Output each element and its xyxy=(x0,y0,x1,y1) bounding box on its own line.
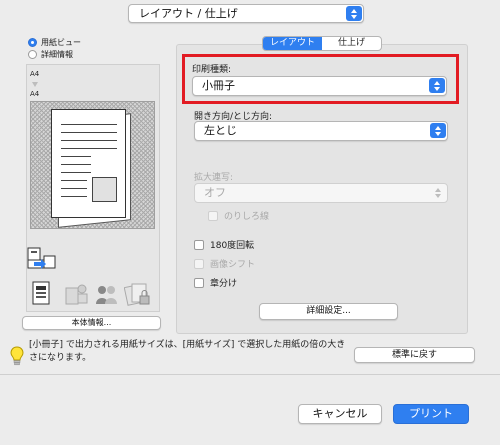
radio-detail-info-dot[interactable] xyxy=(28,49,37,59)
chapter-split-checkbox-row[interactable]: 章分け xyxy=(194,276,237,289)
radio-paper-view[interactable]: 用紙ビュー xyxy=(28,36,81,48)
radio-detail-info-label: 詳細情報 xyxy=(41,49,73,59)
binding-select[interactable]: 左とじ xyxy=(194,121,448,141)
lightbulb-icon xyxy=(10,346,24,366)
output-paper-size: A4 xyxy=(30,90,40,98)
radio-detail-info[interactable]: 詳細情報 xyxy=(28,48,81,60)
rotate180-label: 180度回転 xyxy=(210,241,255,251)
view-mode-group: 用紙ビュー 詳細情報 xyxy=(28,36,81,60)
tab-layout[interactable]: レイアウト xyxy=(263,37,322,50)
zoom-repeat-select[interactable]: オフ xyxy=(194,183,448,203)
footer-divider xyxy=(0,374,500,375)
reset-default-label: 標準に戻す xyxy=(391,350,437,360)
margin-line-checkbox[interactable] xyxy=(208,210,218,221)
user-auth-icon xyxy=(96,286,117,304)
hint-text: [小冊子] で出力される用紙サイズは、[用紙サイズ] で選択した用紙の倍の大きさ… xyxy=(29,340,346,363)
zoom-repeat-label: 拡大連写: xyxy=(194,173,234,183)
detail-settings-label: 詳細設定... xyxy=(306,306,351,316)
reset-default-button[interactable]: 標準に戻す xyxy=(354,347,475,363)
zoom-repeat-stepper-icon xyxy=(430,185,446,200)
stamp-user-icon xyxy=(65,284,88,305)
device-info-label: 本体情報... xyxy=(71,318,112,327)
chapter-split-checkbox[interactable] xyxy=(194,277,204,288)
tab-finishing[interactable]: 仕上げ xyxy=(322,37,381,50)
tab-bar: レイアウト 仕上げ xyxy=(262,36,382,51)
section-select-label: レイアウト / 仕上げ xyxy=(139,7,238,20)
detail-settings-button[interactable]: 詳細設定... xyxy=(259,303,398,320)
print-type-value: 小冊子 xyxy=(202,79,235,92)
image-shift-checkbox-row[interactable]: 画像シフト xyxy=(194,257,255,270)
print-type-select[interactable]: 小冊子 xyxy=(192,76,447,96)
down-arrow-icon xyxy=(32,82,38,87)
lock-pages-icon xyxy=(124,283,150,306)
print-type-stepper-icon xyxy=(429,78,445,93)
binding-value: 左とじ xyxy=(204,124,237,137)
print-label: プリント xyxy=(409,407,453,420)
rotate180-checkbox-row[interactable]: 180度回転 xyxy=(194,238,254,251)
radio-paper-view-dot[interactable] xyxy=(28,37,37,47)
binding-stepper-icon xyxy=(430,123,446,138)
margin-line-label: のりしろ線 xyxy=(224,212,270,222)
radio-paper-view-label: 用紙ビュー xyxy=(41,37,81,47)
print-type-label: 印刷種類: xyxy=(192,65,232,75)
margin-line-checkbox-row[interactable]: のりしろ線 xyxy=(208,209,269,222)
zoom-repeat-value: オフ xyxy=(204,186,226,199)
cancel-button[interactable]: キャンセル xyxy=(298,404,382,424)
printer-output-icon xyxy=(27,247,56,269)
device-info-button[interactable]: 本体情報... xyxy=(22,316,161,330)
section-select-stepper-icon xyxy=(346,6,362,21)
section-select[interactable]: レイアウト / 仕上げ xyxy=(128,4,364,23)
source-paper-size: A4 xyxy=(30,70,40,78)
chapter-split-label: 章分け xyxy=(210,279,238,289)
cancel-label: キャンセル xyxy=(312,407,368,420)
document-icon xyxy=(32,281,50,305)
print-button[interactable]: プリント xyxy=(393,404,469,424)
image-shift-checkbox[interactable] xyxy=(194,258,204,269)
image-shift-label: 画像シフト xyxy=(210,260,256,270)
rotate180-checkbox[interactable] xyxy=(194,239,204,250)
booklet-page-preview xyxy=(51,109,126,218)
